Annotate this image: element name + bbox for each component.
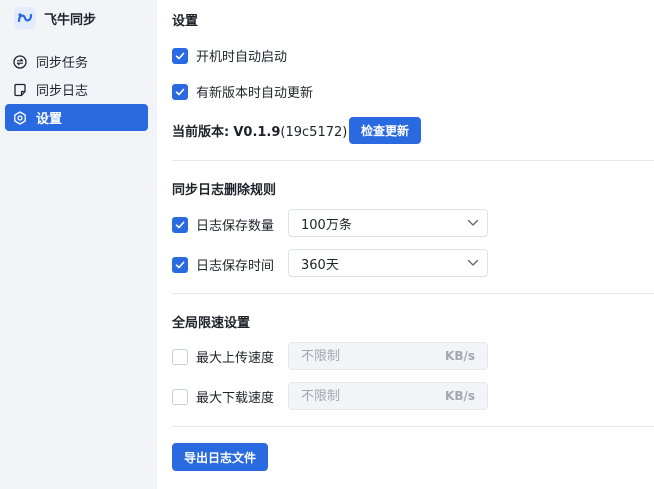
upload-speed-label: 最大上传速度 <box>196 351 275 366</box>
autoupdate-label: 有新版本时自动更新 <box>196 86 314 101</box>
upload-speed-unit: KB/s <box>445 349 475 363</box>
app-logo-icon <box>14 7 36 29</box>
app-name: 飞牛同步 <box>44 12 97 28</box>
autostart-label: 开机时自动启动 <box>196 50 288 65</box>
log-count-value: 100万条 <box>301 217 352 233</box>
log-count-row: 日志保存数量 <box>172 215 274 234</box>
autostart-row: 开机时自动启动 <box>172 46 287 65</box>
chevron-down-icon <box>459 259 487 267</box>
version-value: V0.1.9 <box>233 125 281 140</box>
log-time-checkbox[interactable] <box>172 256 188 273</box>
download-speed-checkbox[interactable] <box>172 388 188 405</box>
sidebar-item-label: 同步任务 <box>36 56 89 71</box>
divider <box>172 426 654 427</box>
page-title: 设置 <box>172 14 199 29</box>
divider <box>172 293 654 294</box>
download-speed-field: KB/s <box>288 382 488 410</box>
download-speed-input[interactable] <box>301 388 446 404</box>
sidebar-item-label: 设置 <box>36 112 63 127</box>
version-build: (19c5172) <box>280 125 348 140</box>
note-icon <box>13 83 27 97</box>
sync-icon <box>13 54 27 69</box>
current-version: 当前版本: V0.1.9(19c5172) <box>172 121 347 140</box>
gear-icon <box>13 110 27 125</box>
sidebar-item-sync-log[interactable]: 同步日志 <box>5 76 148 103</box>
log-time-row: 日志保存时间 <box>172 255 274 274</box>
speed-limit-title: 全局限速设置 <box>172 316 251 331</box>
chevron-down-icon <box>459 219 487 227</box>
upload-speed-row: 最大上传速度 <box>172 347 274 366</box>
brand: 飞牛同步 <box>14 6 96 30</box>
upload-speed-checkbox[interactable] <box>172 348 188 365</box>
upload-speed-field: KB/s <box>288 342 488 370</box>
divider <box>172 160 654 161</box>
sidebar-item-sync-tasks[interactable]: 同步任务 <box>5 48 148 75</box>
sidebar: 飞牛同步 同步任务 同步日志 设置 <box>0 0 157 489</box>
log-count-checkbox[interactable] <box>172 216 188 233</box>
download-speed-unit: KB/s <box>445 389 475 403</box>
settings-panel: 设置 开机时自动启动 有新版本时自动更新 当前版本: V0.1.9(19c517… <box>157 0 654 489</box>
log-time-select[interactable]: 360天 <box>288 249 488 277</box>
check-update-button[interactable]: 检查更新 <box>349 117 421 144</box>
autostart-checkbox[interactable] <box>172 47 188 64</box>
download-speed-label: 最大下载速度 <box>196 391 275 406</box>
log-count-select[interactable]: 100万条 <box>288 209 488 237</box>
log-count-label: 日志保存数量 <box>196 219 275 234</box>
log-time-label: 日志保存时间 <box>196 259 275 274</box>
sidebar-item-settings[interactable]: 设置 <box>5 104 148 131</box>
version-label: 当前版本: <box>172 125 230 140</box>
log-time-value: 360天 <box>301 257 339 273</box>
autoupdate-checkbox[interactable] <box>172 83 188 100</box>
autoupdate-row: 有新版本时自动更新 <box>172 82 313 101</box>
download-speed-row: 最大下载速度 <box>172 387 274 406</box>
log-rules-title: 同步日志删除规则 <box>172 183 277 198</box>
upload-speed-input[interactable] <box>301 348 446 364</box>
export-log-button[interactable]: 导出日志文件 <box>172 443 268 471</box>
sidebar-item-label: 同步日志 <box>36 84 89 99</box>
sidebar-nav: 同步任务 同步日志 设置 <box>5 48 148 132</box>
